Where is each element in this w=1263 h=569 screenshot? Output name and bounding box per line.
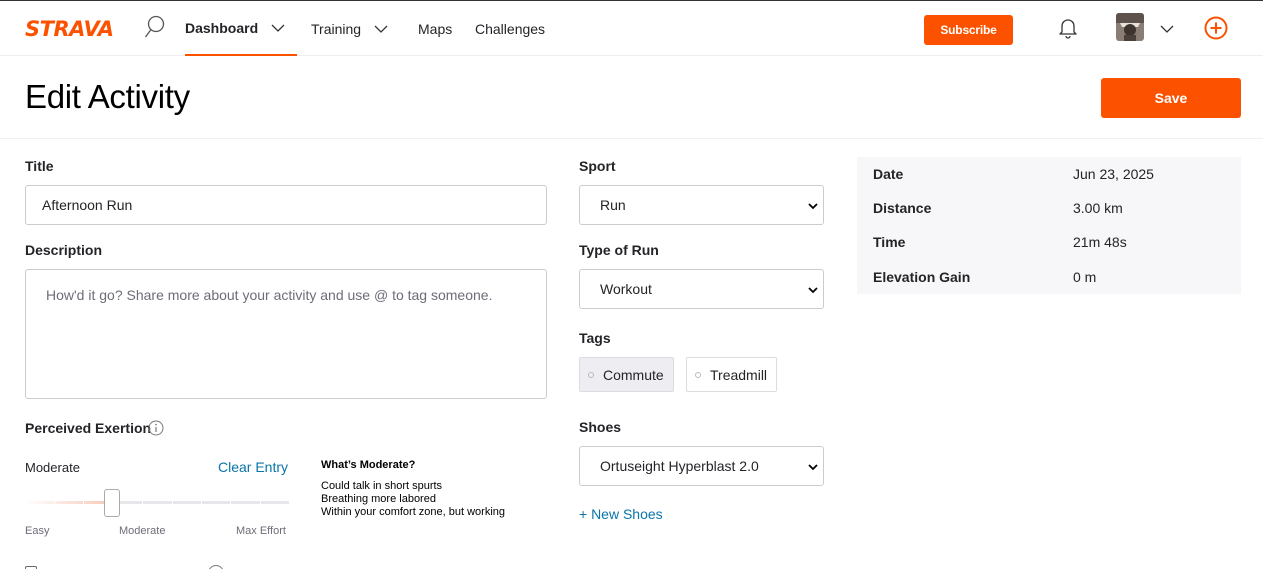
slider-max-label: Max Effort bbox=[236, 525, 286, 537]
slider-tick bbox=[172, 501, 173, 504]
exertion-level-text: Moderate bbox=[25, 460, 80, 475]
nav-dashboard-label: Dashboard bbox=[185, 19, 259, 36]
chevron-down-icon bbox=[808, 287, 818, 294]
nav-challenges[interactable]: Challenges bbox=[475, 1, 545, 56]
new-shoes-link[interactable]: + New Shoes bbox=[579, 506, 663, 522]
slider-tick bbox=[54, 501, 55, 504]
stat-key: Distance bbox=[873, 200, 932, 216]
nav-training-label: Training bbox=[311, 20, 362, 37]
slider-min-label: Easy bbox=[25, 525, 50, 537]
description-label: Description bbox=[25, 242, 103, 258]
chevron-down-icon[interactable] bbox=[1159, 21, 1175, 37]
sport-select-value: Run bbox=[600, 197, 626, 213]
tag-commute[interactable]: Commute bbox=[579, 357, 674, 392]
nav-maps-label: Maps bbox=[418, 20, 453, 37]
chevron-down-icon bbox=[808, 203, 818, 210]
chevron-down-icon bbox=[808, 464, 818, 471]
strava-logo[interactable]: STRAVA bbox=[25, 17, 114, 41]
moderate-info-line: Breathing more labored bbox=[321, 493, 436, 505]
save-button[interactable]: Save bbox=[1101, 78, 1241, 118]
shoes-select-value: Ortuseight Hyperblast 2.0 bbox=[600, 458, 759, 474]
bell-icon[interactable] bbox=[1057, 17, 1079, 39]
slider-tick bbox=[142, 501, 143, 504]
nav-training[interactable]: Training bbox=[311, 1, 389, 56]
stat-key: Elevation Gain bbox=[873, 269, 971, 285]
exertion-slider-track[interactable] bbox=[25, 501, 289, 504]
chevron-down-icon bbox=[271, 24, 285, 32]
info-icon[interactable] bbox=[148, 420, 164, 436]
exertion-slider-thumb[interactable] bbox=[104, 489, 120, 517]
shoes-label: Shoes bbox=[579, 419, 622, 435]
avatar-image bbox=[1116, 13, 1144, 41]
add-activity-icon[interactable] bbox=[1204, 16, 1228, 40]
nav-dashboard[interactable]: Dashboard bbox=[185, 1, 297, 56]
stat-key: Time bbox=[873, 234, 906, 250]
subscribe-button[interactable]: Subscribe bbox=[924, 15, 1013, 45]
type-of-run-label: Type of Run bbox=[579, 242, 659, 258]
chevron-down-icon bbox=[374, 25, 388, 33]
avatar[interactable] bbox=[1116, 13, 1144, 41]
page-title: Edit Activity bbox=[25, 78, 190, 115]
header-divider bbox=[0, 138, 1263, 139]
description-input[interactable] bbox=[25, 269, 547, 399]
slider-tick bbox=[83, 501, 84, 504]
search-icon[interactable] bbox=[143, 14, 167, 40]
stat-key: Date bbox=[873, 166, 904, 182]
tag-treadmill[interactable]: Treadmill bbox=[686, 357, 777, 392]
moderate-info-line: Could talk in short spurts bbox=[321, 480, 443, 492]
slider-tick bbox=[260, 501, 261, 504]
tag-label: Treadmill bbox=[710, 366, 768, 383]
type-of-run-select[interactable]: Workout bbox=[579, 269, 824, 309]
activity-stats-panel: Date Jun 23, 2025 Distance 3.00 km Time … bbox=[857, 157, 1241, 294]
stat-value: 0 m bbox=[1073, 269, 1097, 285]
tag-dot bbox=[695, 371, 701, 378]
title-input[interactable] bbox=[25, 185, 547, 225]
tags-label: Tags bbox=[579, 330, 611, 346]
title-label: Title bbox=[25, 158, 54, 174]
perceived-exertion-label: Perceived Exertion bbox=[25, 420, 152, 436]
info-icon[interactable] bbox=[208, 565, 224, 569]
slider-tick bbox=[230, 501, 231, 504]
nav-challenges-label: Challenges bbox=[475, 20, 546, 37]
stat-value: 21m 48s bbox=[1073, 234, 1127, 250]
sport-label: Sport bbox=[579, 158, 616, 174]
shoes-select[interactable]: Ortuseight Hyperblast 2.0 bbox=[579, 446, 824, 486]
slider-tick bbox=[201, 501, 202, 504]
slider-mid-label: Moderate bbox=[119, 525, 166, 537]
tag-label: Commute bbox=[603, 366, 664, 383]
nav-maps[interactable]: Maps bbox=[418, 1, 452, 56]
stat-value: Jun 23, 2025 bbox=[1073, 166, 1154, 182]
type-of-run-select-value: Workout bbox=[600, 281, 652, 297]
sport-select[interactable]: Run bbox=[579, 185, 824, 225]
moderate-info-title: What’s Moderate? bbox=[321, 459, 416, 471]
exertion-slider-fill bbox=[25, 501, 112, 504]
tag-dot bbox=[588, 371, 594, 378]
stat-value: 3.00 km bbox=[1073, 200, 1123, 216]
moderate-info-line: Within your comfort zone, but working bbox=[321, 506, 506, 518]
clear-entry-link[interactable]: Clear Entry bbox=[218, 459, 288, 475]
top-nav: STRAVA Dashboard Training Maps Challenge… bbox=[0, 1, 1263, 56]
